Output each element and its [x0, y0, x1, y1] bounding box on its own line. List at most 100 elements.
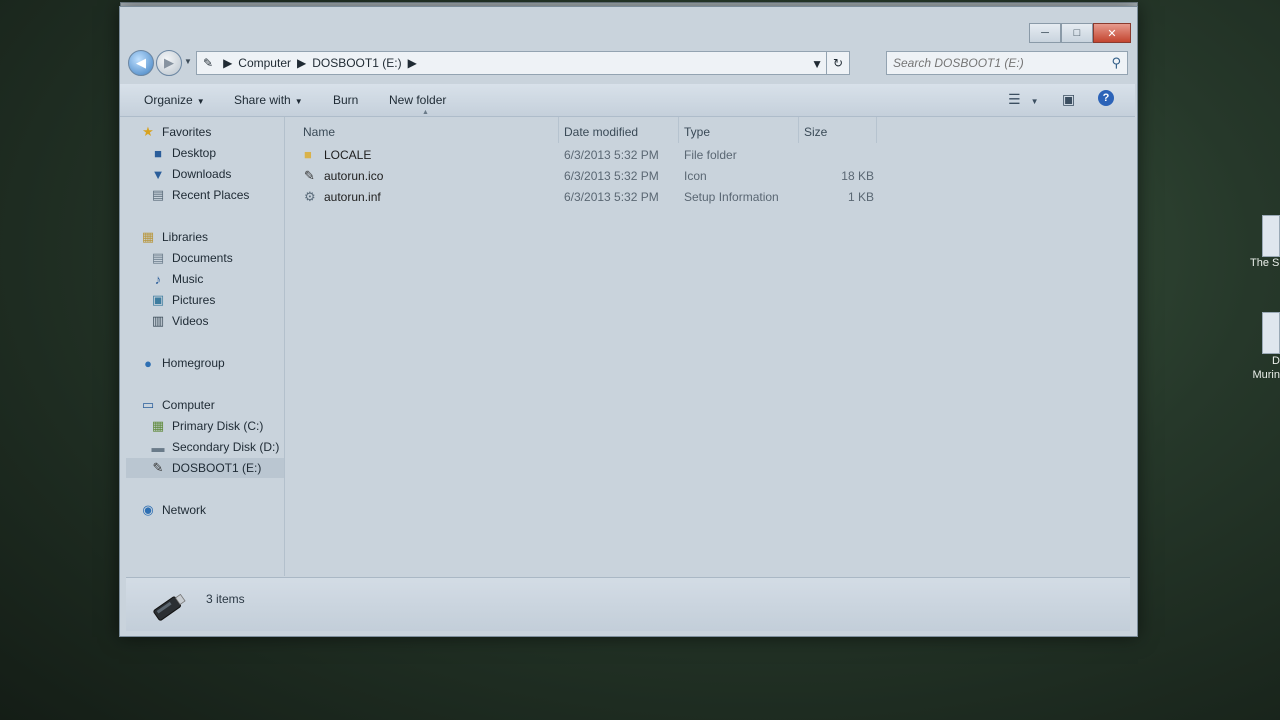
- share-with-label: Share with: [234, 93, 291, 107]
- folder-icon: ■: [304, 147, 312, 162]
- burn-button[interactable]: Burn: [333, 93, 358, 107]
- file-size: 18 KB: [841, 168, 874, 183]
- column-separator[interactable]: [558, 117, 559, 143]
- column-header-type[interactable]: Type: [684, 125, 710, 139]
- music-icon: ♪: [154, 271, 162, 287]
- file-row[interactable]: ✎ autorun.ico 6/3/2013 5:32 PM Icon 18 K…: [297, 165, 1057, 186]
- close-button[interactable]: ✕: [1093, 23, 1131, 43]
- file-name: LOCALE: [324, 147, 372, 162]
- computer-icon: ▭: [141, 397, 155, 412]
- sidebar-libraries-label: Libraries: [162, 230, 209, 244]
- sidebar-item-label: Desktop: [172, 146, 217, 160]
- change-view-button[interactable]: ☰ ▼: [1008, 91, 1038, 108]
- recent-places-icon: ▤: [151, 187, 165, 202]
- search-box: ⚲: [886, 51, 1128, 75]
- file-type: Icon: [684, 168, 707, 183]
- search-icon[interactable]: ⚲: [1111, 55, 1121, 71]
- column-header-date[interactable]: Date modified: [564, 125, 638, 139]
- maximize-button[interactable]: □: [1061, 23, 1093, 43]
- usb-drive-icon: ✎: [304, 167, 315, 183]
- sidebar-item-videos[interactable]: ▥ Videos: [150, 311, 308, 331]
- desktop-icon-label: D Murin: [1252, 355, 1280, 381]
- arrow-right-icon: ▶: [164, 55, 174, 70]
- chevron-right-icon[interactable]: ▶: [408, 56, 417, 70]
- file-type: File folder: [684, 147, 737, 162]
- file-name: autorun.ico: [324, 168, 384, 183]
- column-separator[interactable]: [876, 117, 877, 143]
- title-bar[interactable]: [120, 7, 1137, 29]
- setup-file-icon: ⚙: [304, 188, 316, 204]
- column-header-name[interactable]: Name: [303, 125, 335, 139]
- column-headers: Name Date modified Type Size: [297, 117, 1057, 143]
- sidebar-item-recent-places[interactable]: ▤ Recent Places: [150, 185, 308, 205]
- sidebar-item-primary-disk[interactable]: ▦ Primary Disk (C:): [150, 416, 308, 436]
- chevron-down-icon: ▼: [294, 97, 303, 106]
- sidebar-item-label: Music: [172, 272, 204, 286]
- usb-drive-large-icon: [153, 593, 186, 621]
- minimize-button[interactable]: ─: [1029, 23, 1061, 43]
- pictures-icon: ▣: [151, 292, 165, 307]
- file-row[interactable]: ⚙ autorun.inf 6/3/2013 5:32 PM Setup Inf…: [297, 186, 1057, 207]
- forward-button[interactable]: ▶: [156, 50, 182, 76]
- desktop-icon: ■: [154, 145, 162, 161]
- breadcrumb-computer[interactable]: Computer: [238, 56, 291, 70]
- sidebar-item-label: DOSBOOT1 (E:): [172, 461, 262, 475]
- sidebar-item-label: Secondary Disk (D:): [172, 440, 280, 454]
- file-date: 6/3/2013 5:32 PM: [564, 147, 659, 162]
- organize-button[interactable]: Organize ▼: [144, 93, 205, 107]
- new-folder-button[interactable]: New folder: [389, 93, 446, 107]
- usb-drive-icon: ✎: [152, 460, 164, 475]
- item-count: 3 items: [206, 592, 245, 606]
- preview-pane-button[interactable]: ▣: [1062, 91, 1075, 108]
- navigation-pane: ★ Favorites ■ Desktop ▼ Downloads ▤ Rece…: [126, 117, 285, 576]
- recent-pages-dropdown[interactable]: ▼: [184, 57, 192, 66]
- navigation-bar: ◀ ▶ ▼ ✎ ▶ Computer ▶ DOSBOOT1 (E:) ▶ ▼ ↻…: [126, 47, 1130, 77]
- sort-up-icon: ▲: [422, 109, 429, 116]
- desktop-icon-1[interactable]: The Si: [1250, 215, 1280, 269]
- sidebar-item-documents[interactable]: ▤ Documents: [150, 248, 308, 268]
- window-controls: ─ □ ✕: [1029, 23, 1131, 43]
- network-icon: ◉: [142, 502, 154, 517]
- desktop-icon-2[interactable]: D Murin: [1250, 312, 1280, 382]
- sidebar-item-downloads[interactable]: ▼ Downloads: [150, 164, 308, 184]
- sidebar-homegroup-label: Homegroup: [162, 356, 225, 370]
- refresh-icon: ↻: [832, 56, 844, 70]
- breadcrumb-dosboot1[interactable]: DOSBOOT1 (E:): [312, 56, 401, 70]
- sidebar-favorites[interactable]: ★ Favorites: [140, 122, 298, 142]
- sidebar-computer[interactable]: ▭ Computer: [140, 395, 298, 415]
- sidebar-favorites-label: Favorites: [162, 125, 212, 139]
- file-row[interactable]: ■ LOCALE 6/3/2013 5:32 PM File folder: [297, 144, 1057, 165]
- sidebar-item-label: Recent Places: [172, 188, 250, 202]
- sidebar-item-label: Videos: [172, 314, 209, 328]
- sidebar-item-dosboot1[interactable]: ✎ DOSBOOT1 (E:): [126, 458, 284, 478]
- sidebar-network[interactable]: ◉ Network: [140, 500, 298, 520]
- chevron-right-icon[interactable]: ▶: [297, 56, 306, 70]
- sidebar-item-secondary-disk[interactable]: ▬ Secondary Disk (D:): [150, 437, 308, 457]
- desktop-icon-label: The Si: [1250, 257, 1280, 269]
- sidebar-item-label: Pictures: [172, 293, 216, 307]
- refresh-button[interactable]: ↻: [826, 52, 849, 74]
- column-header-size[interactable]: Size: [804, 125, 827, 139]
- column-separator[interactable]: [798, 117, 799, 143]
- back-button[interactable]: ◀: [128, 50, 154, 76]
- share-with-button[interactable]: Share with ▼: [234, 93, 303, 107]
- sidebar-libraries[interactable]: ▦ Libraries: [140, 227, 298, 247]
- organize-label: Organize: [144, 93, 193, 107]
- address-dropdown-icon[interactable]: ▼: [811, 57, 823, 71]
- search-input[interactable]: [887, 55, 1105, 71]
- sidebar-item-pictures[interactable]: ▣ Pictures: [150, 290, 308, 310]
- sidebar-homegroup[interactable]: ● Homegroup: [140, 353, 298, 373]
- arrow-left-icon: ◀: [136, 55, 146, 70]
- sidebar-item-music[interactable]: ♪ Music: [150, 269, 308, 289]
- help-icon[interactable]: ?: [1098, 90, 1114, 106]
- file-date: 6/3/2013 5:32 PM: [564, 189, 659, 204]
- sidebar-item-label: Downloads: [172, 167, 232, 181]
- file-size: 1 KB: [847, 189, 874, 204]
- sidebar-item-desktop[interactable]: ■ Desktop: [150, 143, 308, 163]
- column-separator[interactable]: [678, 117, 679, 143]
- address-bar[interactable]: ✎ ▶ Computer ▶ DOSBOOT1 (E:) ▶ ▼ ↻: [196, 51, 850, 75]
- chevron-right-icon[interactable]: ▶: [223, 56, 232, 70]
- view-list-icon: ☰: [1008, 91, 1021, 107]
- libraries-icon: ▦: [141, 229, 155, 244]
- star-icon: ★: [142, 124, 154, 139]
